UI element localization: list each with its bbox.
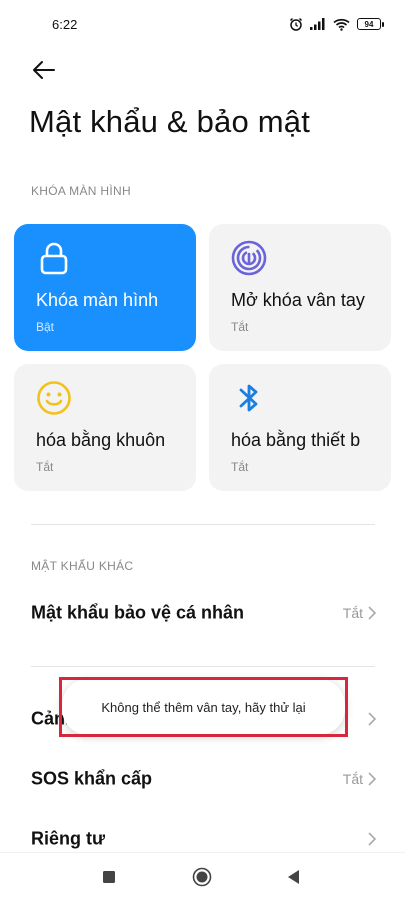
battery-indicator: 94 (357, 18, 384, 30)
row-emergency-sos[interactable]: SOS khẩn cấp Tắt (0, 753, 405, 805)
row-label: SOS khẩn cấp (31, 768, 153, 789)
arrow-left-icon (33, 61, 55, 79)
bluetooth-icon (231, 380, 267, 416)
home-circle-icon (192, 867, 212, 887)
home-button[interactable] (192, 867, 212, 887)
toast-text: Không thể thêm vân tay, hãy thử lại (101, 699, 306, 715)
row-privacy-password[interactable]: Mật khẩu bảo vệ cá nhân Tắt (0, 587, 405, 639)
lock-icon (36, 240, 72, 276)
chevron-right-icon (368, 712, 377, 726)
tile-bluetooth-unlock[interactable]: hóa bằng thiết b Tắt (209, 364, 391, 491)
status-time: 6:22 (52, 17, 78, 32)
navigation-bar (0, 852, 405, 900)
chevron-right-icon (368, 772, 377, 786)
status-icons: 94 (289, 17, 384, 31)
tile-face-unlock[interactable]: hóa bằng khuôn Tắt (14, 364, 196, 491)
back-button[interactable] (30, 56, 58, 84)
back-nav-button[interactable] (283, 867, 303, 887)
divider (31, 524, 375, 525)
tile-fingerprint-unlock[interactable]: Mở khóa vân tay Tắt (209, 224, 391, 351)
tile-status: Bật (36, 320, 55, 334)
row-value: Tắt (342, 605, 363, 621)
battery-level: 94 (364, 19, 374, 29)
divider (31, 666, 375, 667)
recents-square-icon (103, 871, 115, 883)
tile-title: Mở khóa vân tay (231, 290, 365, 310)
toast-message: Không thể thêm vân tay, hãy thử lại (62, 679, 345, 735)
recents-button[interactable] (99, 867, 119, 887)
tile-screen-lock[interactable]: Khóa màn hình Bật (14, 224, 196, 351)
section-header-other-passwords: MẬT KHẨU KHÁC (31, 559, 134, 573)
tile-title: Khóa màn hình (36, 290, 159, 310)
tile-status: Tắt (231, 320, 249, 334)
status-bar: 6:22 94 (0, 0, 405, 52)
chevron-right-icon (368, 832, 377, 846)
row-label: Mật khẩu bảo vệ cá nhân (31, 602, 245, 623)
chevron-right-icon (368, 606, 377, 620)
tile-status: Tắt (36, 460, 54, 474)
alarm-icon (289, 17, 303, 31)
wifi-icon (333, 18, 350, 31)
row-label: Riêng tư (31, 828, 106, 849)
fingerprint-icon (231, 240, 267, 276)
row-value: Tắt (342, 771, 363, 787)
signal-icon (310, 18, 325, 30)
tile-title: hóa bằng khuôn (36, 430, 166, 450)
page-title: Mật khẩu & bảo mật (29, 104, 311, 139)
tile-status: Tắt (231, 460, 249, 474)
tile-title: hóa bằng thiết b (231, 430, 361, 450)
back-triangle-icon (288, 870, 299, 884)
face-icon (36, 380, 72, 416)
section-header-screen-lock: KHÓA MÀN HÌNH (31, 184, 131, 198)
